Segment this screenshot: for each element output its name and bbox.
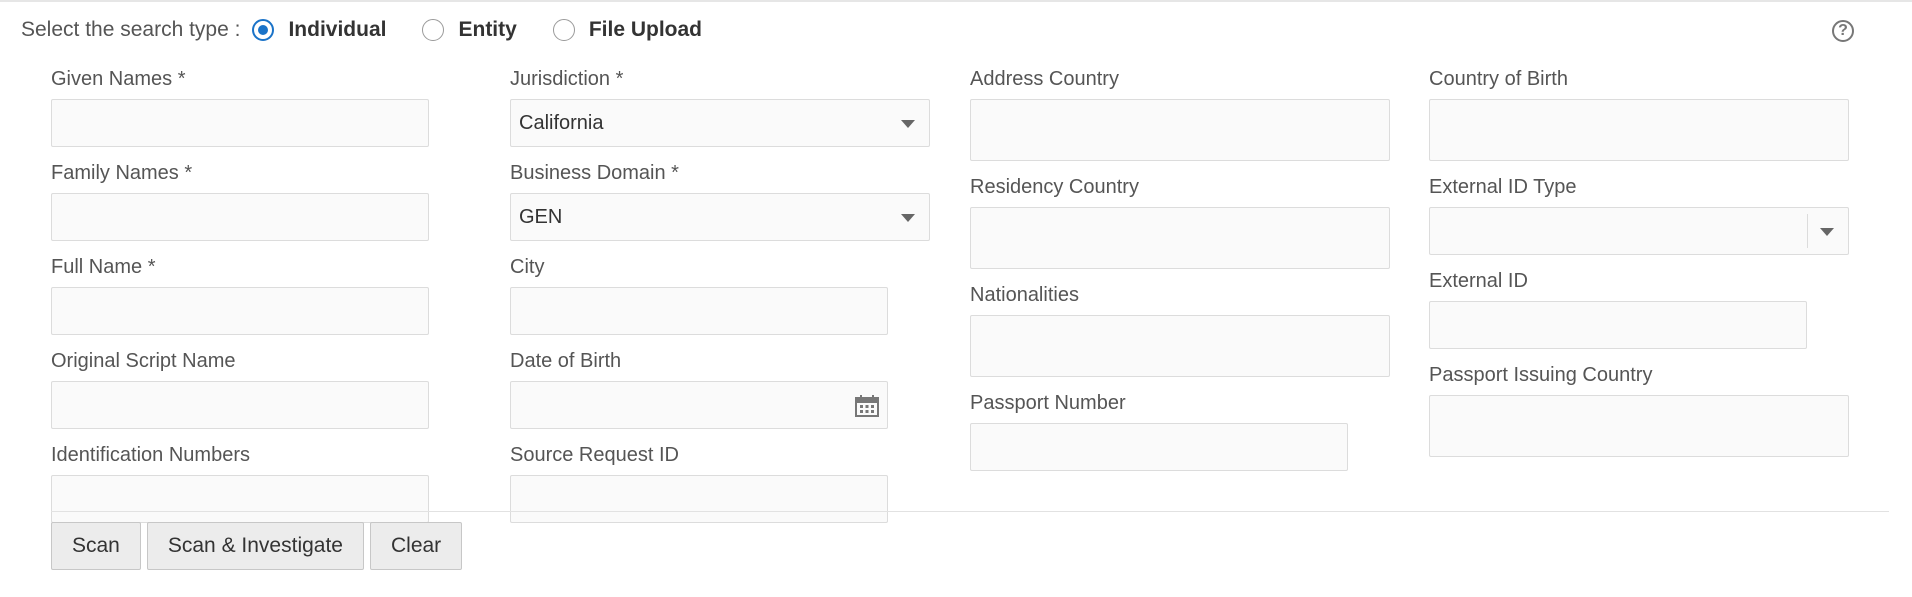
source-request-id-input[interactable]: [510, 475, 888, 523]
country-of-birth-group: Country of Birth: [1429, 66, 1849, 161]
radio-file-upload-circle[interactable]: [552, 19, 575, 41]
external-id-type-select[interactable]: [1429, 207, 1849, 255]
clear-button[interactable]: Clear: [369, 522, 463, 570]
form-column-1: Given Names * Family Names * Full Name *…: [51, 66, 429, 523]
radio-entity-label[interactable]: Entity: [458, 18, 516, 42]
passport-number-input[interactable]: [970, 423, 1348, 471]
original-script-name-label: Original Script Name: [51, 350, 236, 372]
search-type-label: Select the search type :: [21, 18, 241, 41]
radio-individual-circle[interactable]: [252, 19, 275, 41]
jurisdiction-value: California: [519, 112, 604, 134]
form-column-3: Address Country Residency Country Nation…: [970, 66, 1390, 471]
passport-number-label: Passport Number: [970, 392, 1126, 414]
passport-issuing-country-input[interactable]: [1429, 395, 1849, 457]
identification-numbers-label: Identification Numbers: [51, 444, 250, 466]
chevron-down-icon[interactable]: [901, 214, 915, 222]
radio-individual-label[interactable]: Individual: [288, 18, 386, 42]
chevron-down-icon[interactable]: [1820, 228, 1834, 236]
residency-country-group: Residency Country: [970, 174, 1390, 269]
family-names-group: Family Names *: [51, 160, 429, 241]
radio-file-upload-label[interactable]: File Upload: [589, 18, 702, 42]
action-buttons: Scan Scan & Investigate Clear: [51, 522, 468, 570]
business-domain-select[interactable]: GEN: [510, 193, 930, 241]
external-id-label: External ID: [1429, 270, 1528, 292]
jurisdiction-select[interactable]: California: [510, 99, 930, 147]
form-divider: [51, 511, 1889, 512]
nationalities-group: Nationalities: [970, 282, 1390, 377]
passport-number-group: Passport Number: [970, 390, 1348, 471]
nationalities-label: Nationalities: [970, 284, 1079, 306]
given-names-group: Given Names *: [51, 66, 429, 147]
source-request-id-label: Source Request ID: [510, 444, 679, 466]
external-id-type-group: External ID Type: [1429, 174, 1849, 255]
family-names-label: Family Names *: [51, 162, 193, 184]
radio-entity[interactable]: Entity: [422, 18, 517, 42]
top-border: [0, 0, 1912, 2]
scan-investigate-button[interactable]: Scan & Investigate: [146, 522, 364, 570]
address-country-group: Address Country: [970, 66, 1390, 161]
business-domain-group: Business Domain * GEN: [510, 160, 930, 241]
nationalities-input[interactable]: [970, 315, 1390, 377]
family-names-input[interactable]: [51, 193, 429, 241]
business-domain-value: GEN: [519, 206, 563, 228]
business-domain-label: Business Domain *: [510, 162, 679, 184]
address-country-label: Address Country: [970, 68, 1119, 90]
select-divider: [1807, 214, 1808, 248]
chevron-down-icon[interactable]: [901, 120, 915, 128]
form-column-2: Jurisdiction * California Business Domai…: [510, 66, 930, 523]
jurisdiction-label: Jurisdiction *: [510, 68, 624, 90]
country-of-birth-label: Country of Birth: [1429, 68, 1568, 90]
country-of-birth-input[interactable]: [1429, 99, 1849, 161]
residency-country-label: Residency Country: [970, 176, 1139, 198]
address-country-input[interactable]: [970, 99, 1390, 161]
passport-issuing-country-group: Passport Issuing Country: [1429, 362, 1849, 457]
city-group: City: [510, 254, 888, 335]
external-id-input[interactable]: [1429, 301, 1807, 349]
external-id-group: External ID: [1429, 268, 1807, 349]
radio-individual[interactable]: Individual: [252, 18, 386, 42]
jurisdiction-group: Jurisdiction * California: [510, 66, 930, 147]
form-column-4: Country of Birth External ID Type Extern…: [1429, 66, 1849, 457]
original-script-name-input[interactable]: [51, 381, 429, 429]
full-name-group: Full Name *: [51, 254, 429, 335]
full-name-input[interactable]: [51, 287, 429, 335]
calendar-icon[interactable]: [855, 395, 879, 417]
help-icon[interactable]: ?: [1832, 20, 1854, 42]
original-script-name-group: Original Script Name: [51, 348, 429, 429]
given-names-label: Given Names *: [51, 68, 186, 90]
full-name-label: Full Name *: [51, 256, 156, 278]
date-of-birth-group: Date of Birth: [510, 348, 888, 429]
external-id-type-label: External ID Type: [1429, 176, 1577, 198]
scan-button[interactable]: Scan: [51, 522, 141, 570]
search-type-selector: Select the search type : Individual Enti…: [21, 18, 738, 42]
identification-numbers-input[interactable]: [51, 475, 429, 523]
date-of-birth-label: Date of Birth: [510, 350, 622, 372]
passport-issuing-country-label: Passport Issuing Country: [1429, 364, 1653, 386]
radio-file-upload[interactable]: File Upload: [552, 18, 702, 42]
radio-entity-circle[interactable]: [422, 19, 445, 41]
city-label: City: [510, 256, 545, 278]
date-of-birth-input[interactable]: [510, 381, 888, 429]
residency-country-input[interactable]: [970, 207, 1390, 269]
given-names-input[interactable]: [51, 99, 429, 147]
city-input[interactable]: [510, 287, 888, 335]
